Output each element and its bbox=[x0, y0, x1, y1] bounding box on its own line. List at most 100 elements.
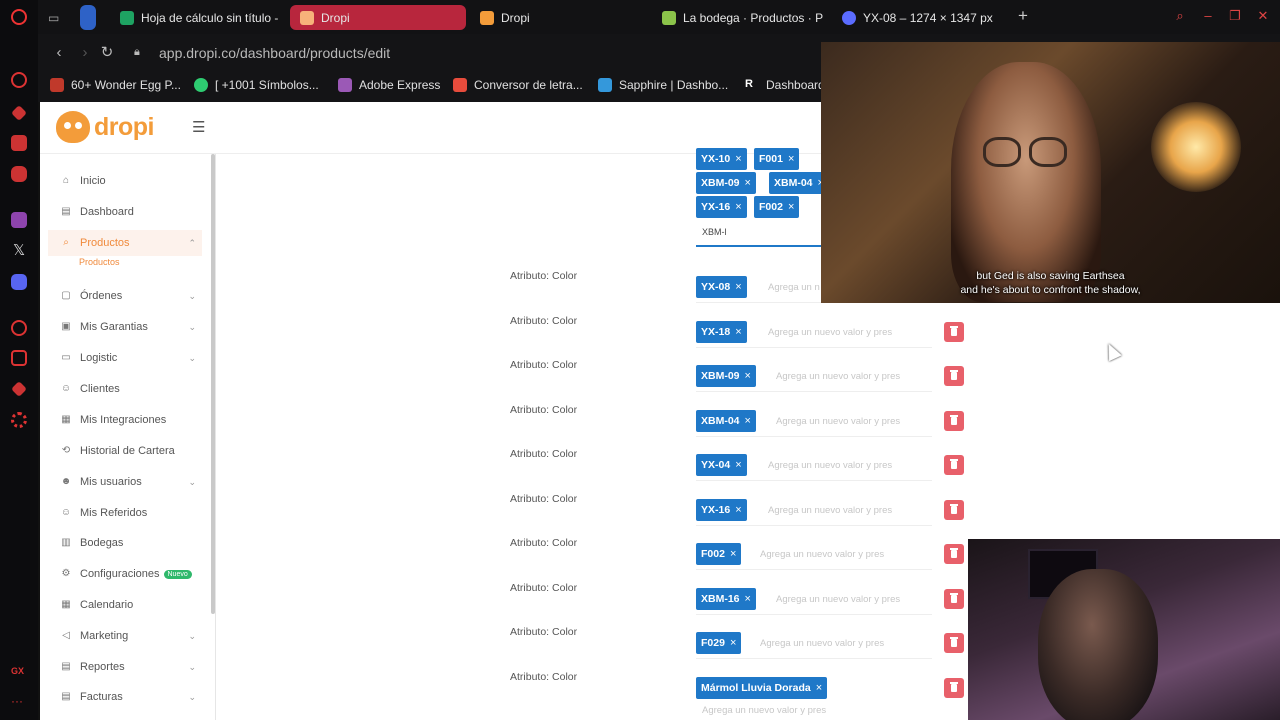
add-value-input[interactable]: Agrega un nuevo valor y pres bbox=[760, 549, 884, 560]
sidebar-item-clientes[interactable]: ☺ Clientes bbox=[48, 376, 202, 402]
variation-value-input[interactable]: XBM-l bbox=[702, 227, 727, 237]
maximize-icon[interactable]: ❐ bbox=[1228, 9, 1242, 23]
delete-row-icon[interactable] bbox=[944, 411, 964, 431]
add-value-input[interactable]: Agrega un nuevo valor y pres bbox=[768, 505, 892, 516]
delete-row-icon[interactable] bbox=[944, 544, 964, 564]
hamburger-menu-icon[interactable]: ☰ bbox=[192, 118, 205, 136]
tab-dropi-active[interactable]: Dropi bbox=[290, 5, 466, 30]
caption-line: but Ged is also saving Earthsea bbox=[976, 270, 1125, 282]
whatsapp-icon[interactable] bbox=[11, 320, 27, 336]
sidebar-subitem-productos[interactable]: Productos bbox=[79, 257, 120, 267]
sidebar-item-bodegas[interactable]: ▥ Bodegas bbox=[48, 530, 202, 556]
delete-row-icon[interactable] bbox=[944, 455, 964, 475]
bookmark-item[interactable]: 60+ Wonder Egg P... bbox=[50, 78, 181, 92]
discord-icon[interactable] bbox=[11, 274, 27, 290]
add-value-input[interactable]: Agrega un nuevo valor y pres bbox=[768, 327, 892, 338]
back-icon[interactable]: ‹ bbox=[50, 44, 68, 62]
history-icon[interactable] bbox=[11, 350, 27, 366]
sidebar-item-label: Logistic bbox=[80, 352, 118, 364]
add-value-input[interactable]: Agrega un nuevo valor y pres bbox=[702, 705, 826, 716]
new-badge: Nuevo bbox=[163, 569, 192, 579]
url-field[interactable]: app.dropi.co/dashboard/products/edit bbox=[159, 45, 390, 61]
delete-row-icon[interactable] bbox=[944, 633, 964, 653]
x-icon[interactable]: 𝕏 bbox=[11, 243, 27, 259]
search-tabs-icon[interactable]: ⌕ bbox=[1173, 9, 1187, 23]
sidebar-item-mis-integraciones[interactable]: ▦ Mis Integraciones bbox=[48, 407, 202, 433]
tab-pinned-icon[interactable] bbox=[80, 5, 96, 30]
delete-row-icon[interactable] bbox=[944, 678, 964, 698]
remove-tag-icon[interactable]: × bbox=[816, 682, 822, 694]
twitch-icon[interactable] bbox=[11, 212, 27, 228]
bookmark-item[interactable]: Sapphire | Dashbo... bbox=[598, 78, 728, 92]
sidebar-item-inicio[interactable]: ⌂ Inicio bbox=[48, 168, 202, 194]
sidebar-item-mis-usuarios[interactable]: ☻ Mis usuarios ⌄ bbox=[48, 469, 202, 495]
delete-row-icon[interactable] bbox=[944, 322, 964, 342]
remove-tag-icon[interactable]: × bbox=[745, 370, 751, 382]
aria-icon[interactable] bbox=[11, 72, 27, 88]
sidebar-item-dashboard[interactable]: ▤ Dashboard bbox=[48, 199, 202, 225]
variation-tag: YX-10 × bbox=[696, 148, 747, 170]
remove-tag-icon[interactable]: × bbox=[788, 153, 794, 165]
diamond-icon[interactable] bbox=[11, 105, 27, 121]
remove-tag-icon[interactable]: × bbox=[730, 548, 736, 560]
remove-tag-icon[interactable]: × bbox=[735, 326, 741, 338]
add-value-input[interactable]: Agrega un n bbox=[768, 282, 820, 293]
add-value-input[interactable]: Agrega un nuevo valor y pres bbox=[776, 416, 900, 427]
sidebar-item-productos[interactable]: ⌕ Productos ⌃ bbox=[48, 230, 202, 256]
opera-logo-icon[interactable] bbox=[11, 9, 27, 25]
bookmark-item[interactable]: [ +1001 Símbolos... bbox=[194, 78, 319, 92]
tab-image[interactable]: YX-08 – 1274 × 1347 px bbox=[832, 5, 1008, 30]
tab-bodega[interactable]: La bodega · Productos · P bbox=[652, 5, 826, 30]
remove-tag-icon[interactable]: × bbox=[735, 459, 741, 471]
sidebar-item-reportes[interactable]: ▤ Reportes ⌄ bbox=[48, 654, 202, 680]
sidebar-item-marketing[interactable]: ◁ Marketing ⌄ bbox=[48, 623, 202, 649]
add-value-input[interactable]: Agrega un nuevo valor y pres bbox=[776, 594, 900, 605]
remove-tag-icon[interactable]: × bbox=[735, 281, 741, 293]
send-icon[interactable] bbox=[11, 381, 27, 397]
sidebar-item-calendario[interactable]: ▦ Calendario bbox=[48, 592, 202, 618]
sidebar-item-órdenes[interactable]: ▢ Órdenes ⌄ bbox=[48, 283, 202, 309]
delete-row-icon[interactable] bbox=[944, 366, 964, 386]
new-tab-icon[interactable]: + bbox=[1016, 7, 1030, 24]
gx-icon[interactable]: GX bbox=[11, 666, 27, 682]
dropi-logo[interactable]: dropi bbox=[56, 111, 155, 143]
remove-tag-icon[interactable]: × bbox=[735, 201, 741, 213]
delete-row-icon[interactable] bbox=[944, 500, 964, 520]
sidebar-item-logistic[interactable]: ▭ Logistic ⌄ bbox=[48, 345, 202, 371]
tab-spreadsheet[interactable]: Hoja de cálculo sin título - bbox=[110, 5, 290, 30]
sidebar-item-label: Dashboard bbox=[80, 206, 134, 218]
wallet-icon[interactable] bbox=[11, 166, 27, 182]
sidebar-scrollbar[interactable] bbox=[211, 154, 215, 614]
tag-label: F001 bbox=[759, 153, 783, 165]
pinboard-icon[interactable] bbox=[11, 135, 27, 151]
remove-tag-icon[interactable]: × bbox=[788, 201, 794, 213]
tab-workspace-icon[interactable]: ▭ bbox=[48, 5, 68, 30]
bookmark-item[interactable]: Adobe Express bbox=[338, 78, 440, 92]
close-window-icon[interactable]: ✕ bbox=[1256, 9, 1270, 23]
bookmark-icon bbox=[338, 78, 352, 92]
tab-dropi[interactable]: Dropi bbox=[470, 5, 646, 30]
sidebar-item-mis-referidos[interactable]: ☺ Mis Referidos bbox=[48, 500, 202, 526]
sidebar-item-label: Órdenes bbox=[80, 290, 123, 302]
remove-tag-icon[interactable]: × bbox=[745, 415, 751, 427]
remove-tag-icon[interactable]: × bbox=[735, 504, 741, 516]
add-value-input[interactable]: Agrega un nuevo valor y pres bbox=[760, 638, 884, 649]
sidebar-item-facturas[interactable]: ▤ Facturas ⌄ bbox=[48, 684, 202, 710]
sidebar-item-mis-garantias[interactable]: ▣ Mis Garantias ⌄ bbox=[48, 314, 202, 340]
forward-icon[interactable]: › bbox=[76, 44, 94, 62]
more-icon[interactable]: ··· bbox=[11, 695, 27, 713]
minimize-icon[interactable]: – bbox=[1201, 9, 1215, 23]
bookmark-item[interactable]: Conversor de letra... bbox=[453, 78, 583, 92]
delete-row-icon[interactable] bbox=[944, 589, 964, 609]
bookmark-item[interactable]: R Dashboard bbox=[745, 78, 825, 92]
add-value-input[interactable]: Agrega un nuevo valor y pres bbox=[776, 371, 900, 382]
remove-tag-icon[interactable]: × bbox=[730, 637, 736, 649]
remove-tag-icon[interactable]: × bbox=[745, 593, 751, 605]
sidebar-item-historial-de-cartera[interactable]: ⟲ Historial de Cartera bbox=[48, 438, 202, 464]
remove-tag-icon[interactable]: × bbox=[745, 177, 751, 189]
add-value-input[interactable]: Agrega un nuevo valor y pres bbox=[768, 460, 892, 471]
settings-gear-icon[interactable] bbox=[11, 412, 27, 428]
sidebar-item-configuraciones[interactable]: ⚙ Configuraciones Nuevo bbox=[48, 561, 202, 587]
reload-icon[interactable]: ↻ bbox=[98, 44, 116, 62]
remove-tag-icon[interactable]: × bbox=[735, 153, 741, 165]
